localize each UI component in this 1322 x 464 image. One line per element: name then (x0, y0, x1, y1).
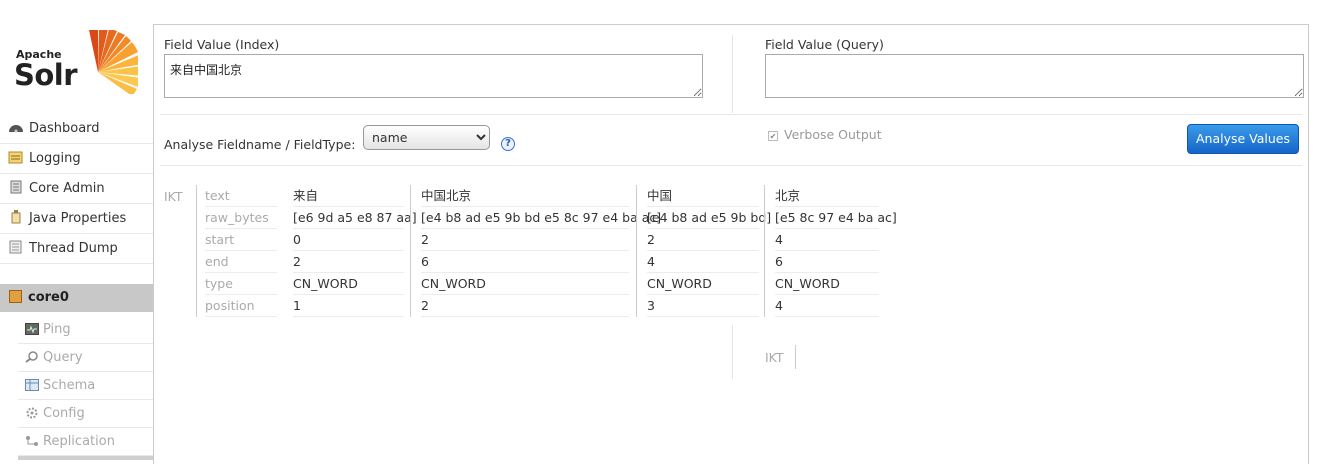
main-nav: Dashboard Logging Core Admin Java Proper… (0, 114, 154, 264)
token-text-value: 北京 (775, 185, 879, 207)
token-end-value: 6 (775, 251, 879, 273)
analysis-panel: Field Value (Index) 来自中国北京 Field Value (… (153, 24, 1309, 464)
token-raw-bytes-value: [e4 b8 ad e5 9b bd] (647, 207, 771, 229)
java-properties-icon (8, 206, 24, 224)
sidebar-item-label: Dashboard (29, 121, 100, 136)
token-type-value: CN_WORD (421, 273, 629, 295)
core-item-label: Schema (43, 378, 96, 393)
token-type-value: CN_WORD (775, 273, 879, 295)
index-value-label: Field Value (Index) (164, 37, 280, 52)
core-item-ping[interactable]: Ping (18, 316, 154, 344)
core-item-label: Ping (43, 322, 71, 337)
core-selector[interactable]: core0 (0, 284, 154, 312)
solr-logo[interactable]: Apache Solr (14, 30, 139, 98)
dashboard-icon (8, 116, 24, 133)
query-tokenizer-column-divider (795, 345, 796, 369)
core-item-replication[interactable]: Replication (18, 428, 154, 456)
token-position-value: 3 (647, 295, 759, 317)
core-nav: Ping Query Schema Config Replication (18, 316, 154, 456)
token-start-value: 4 (775, 229, 879, 251)
ping-icon (25, 318, 39, 335)
token-start-value: 2 (421, 229, 629, 251)
token-column-4: 北京 [e5 8c 97 e4 ba ac] 4 6 CN_WORD 4 (775, 185, 897, 317)
sidebar-item-label: Thread Dump (29, 241, 118, 256)
sidebar-item-logging[interactable]: Logging (0, 144, 154, 174)
core-item-schema[interactable]: Schema (18, 372, 154, 400)
query-result-divider (732, 325, 733, 379)
property-name-position: position (205, 295, 277, 317)
property-name-raw-bytes: raw_bytes (205, 207, 277, 229)
token-column-divider (764, 185, 765, 317)
query-value-label: Field Value (Query) (765, 37, 884, 52)
checkbox-checked-icon: ✔ (768, 131, 778, 141)
token-column-1: 来自 [e6 9d a5 e8 87 aa] 0 2 CN_WORD 1 (293, 185, 417, 317)
token-end-value: 2 (293, 251, 404, 273)
form-divider (160, 114, 1302, 115)
replication-icon (25, 430, 39, 446)
core-admin-icon (8, 176, 24, 194)
magnifier-icon (25, 346, 39, 363)
token-end-value: 4 (647, 251, 759, 273)
token-column-3: 中国 [e4 b8 ad e5 9b bd] 2 4 CN_WORD 3 (647, 185, 771, 317)
token-position-value: 1 (293, 295, 404, 317)
sidebar-item-thread-dump[interactable]: Thread Dump (0, 234, 154, 264)
token-type-value: CN_WORD (293, 273, 404, 295)
core-item-query[interactable]: Query (18, 344, 154, 372)
sidebar-item-core-admin[interactable]: Core Admin (0, 174, 154, 204)
token-column-divider (636, 185, 637, 317)
property-name-start: start (205, 229, 277, 251)
token-raw-bytes-value: [e6 9d a5 e8 87 aa] (293, 207, 417, 229)
property-name-end: end (205, 251, 277, 273)
schema-icon (25, 374, 39, 391)
logo-solr-text: Solr (14, 58, 78, 92)
query-tokenizer-label: IKT (765, 350, 784, 365)
token-column-2: 中国北京 [e4 b8 ad e5 9b bd e5 8c 97 e4 ba ac… (421, 185, 661, 317)
verbose-output-toggle[interactable]: ✔ Verbose Output (768, 127, 882, 142)
sidebar-item-label: Java Properties (29, 211, 127, 226)
logging-icon (8, 146, 24, 164)
core-name: core0 (28, 290, 69, 305)
token-property-names: text raw_bytes start end type position (205, 185, 277, 317)
core-item-label: Query (43, 350, 83, 365)
core-icon (9, 290, 22, 303)
index-tokenizer-label: IKT (164, 189, 183, 204)
sidebar-item-dashboard[interactable]: Dashboard (0, 114, 154, 144)
sidebar-item-label: Core Admin (29, 181, 105, 196)
token-raw-bytes-value: [e5 8c 97 e4 ba ac] (775, 207, 897, 229)
token-text-value: 中国北京 (421, 185, 629, 207)
core-item-config[interactable]: Config (18, 400, 154, 428)
sidebar-item-java-properties[interactable]: Java Properties (0, 204, 154, 234)
gear-icon (25, 402, 39, 419)
field-divider (732, 35, 733, 113)
fieldtype-label: Analyse Fieldname / FieldType: (164, 137, 356, 152)
core-nav-bottom-bar (18, 456, 154, 460)
analyse-values-button[interactable]: Analyse Values (1187, 124, 1299, 154)
index-value-field[interactable]: 来自中国北京 (164, 54, 703, 98)
core-item-label: Replication (43, 434, 115, 449)
token-type-value: CN_WORD (647, 273, 759, 295)
property-name-text: text (205, 185, 277, 207)
token-position-value: 4 (775, 295, 879, 317)
query-value-field[interactable] (765, 54, 1304, 98)
solr-sun-icon (89, 30, 138, 94)
thread-dump-icon (8, 236, 24, 254)
token-column-divider (410, 185, 411, 317)
core-item-label: Config (43, 406, 85, 421)
token-start-value: 0 (293, 229, 404, 251)
sidebar: Apache Solr Dashboard Logging Core Admin… (0, 0, 154, 460)
token-raw-bytes-value: [e4 b8 ad e5 9b bd e5 8c 97 e4 ba ac] (421, 207, 661, 229)
token-text-value: 中国 (647, 185, 759, 207)
tokenizer-column-divider (196, 185, 197, 317)
token-position-value: 2 (421, 295, 629, 317)
token-start-value: 2 (647, 229, 759, 251)
sidebar-item-label: Logging (29, 151, 81, 166)
fieldtype-select[interactable]: name (363, 125, 490, 150)
token-end-value: 6 (421, 251, 629, 273)
property-name-type: type (205, 273, 277, 295)
verbose-output-label: Verbose Output (784, 127, 882, 142)
help-icon[interactable]: ? (501, 137, 515, 151)
token-text-value: 来自 (293, 185, 404, 207)
results-divider (160, 165, 1302, 166)
